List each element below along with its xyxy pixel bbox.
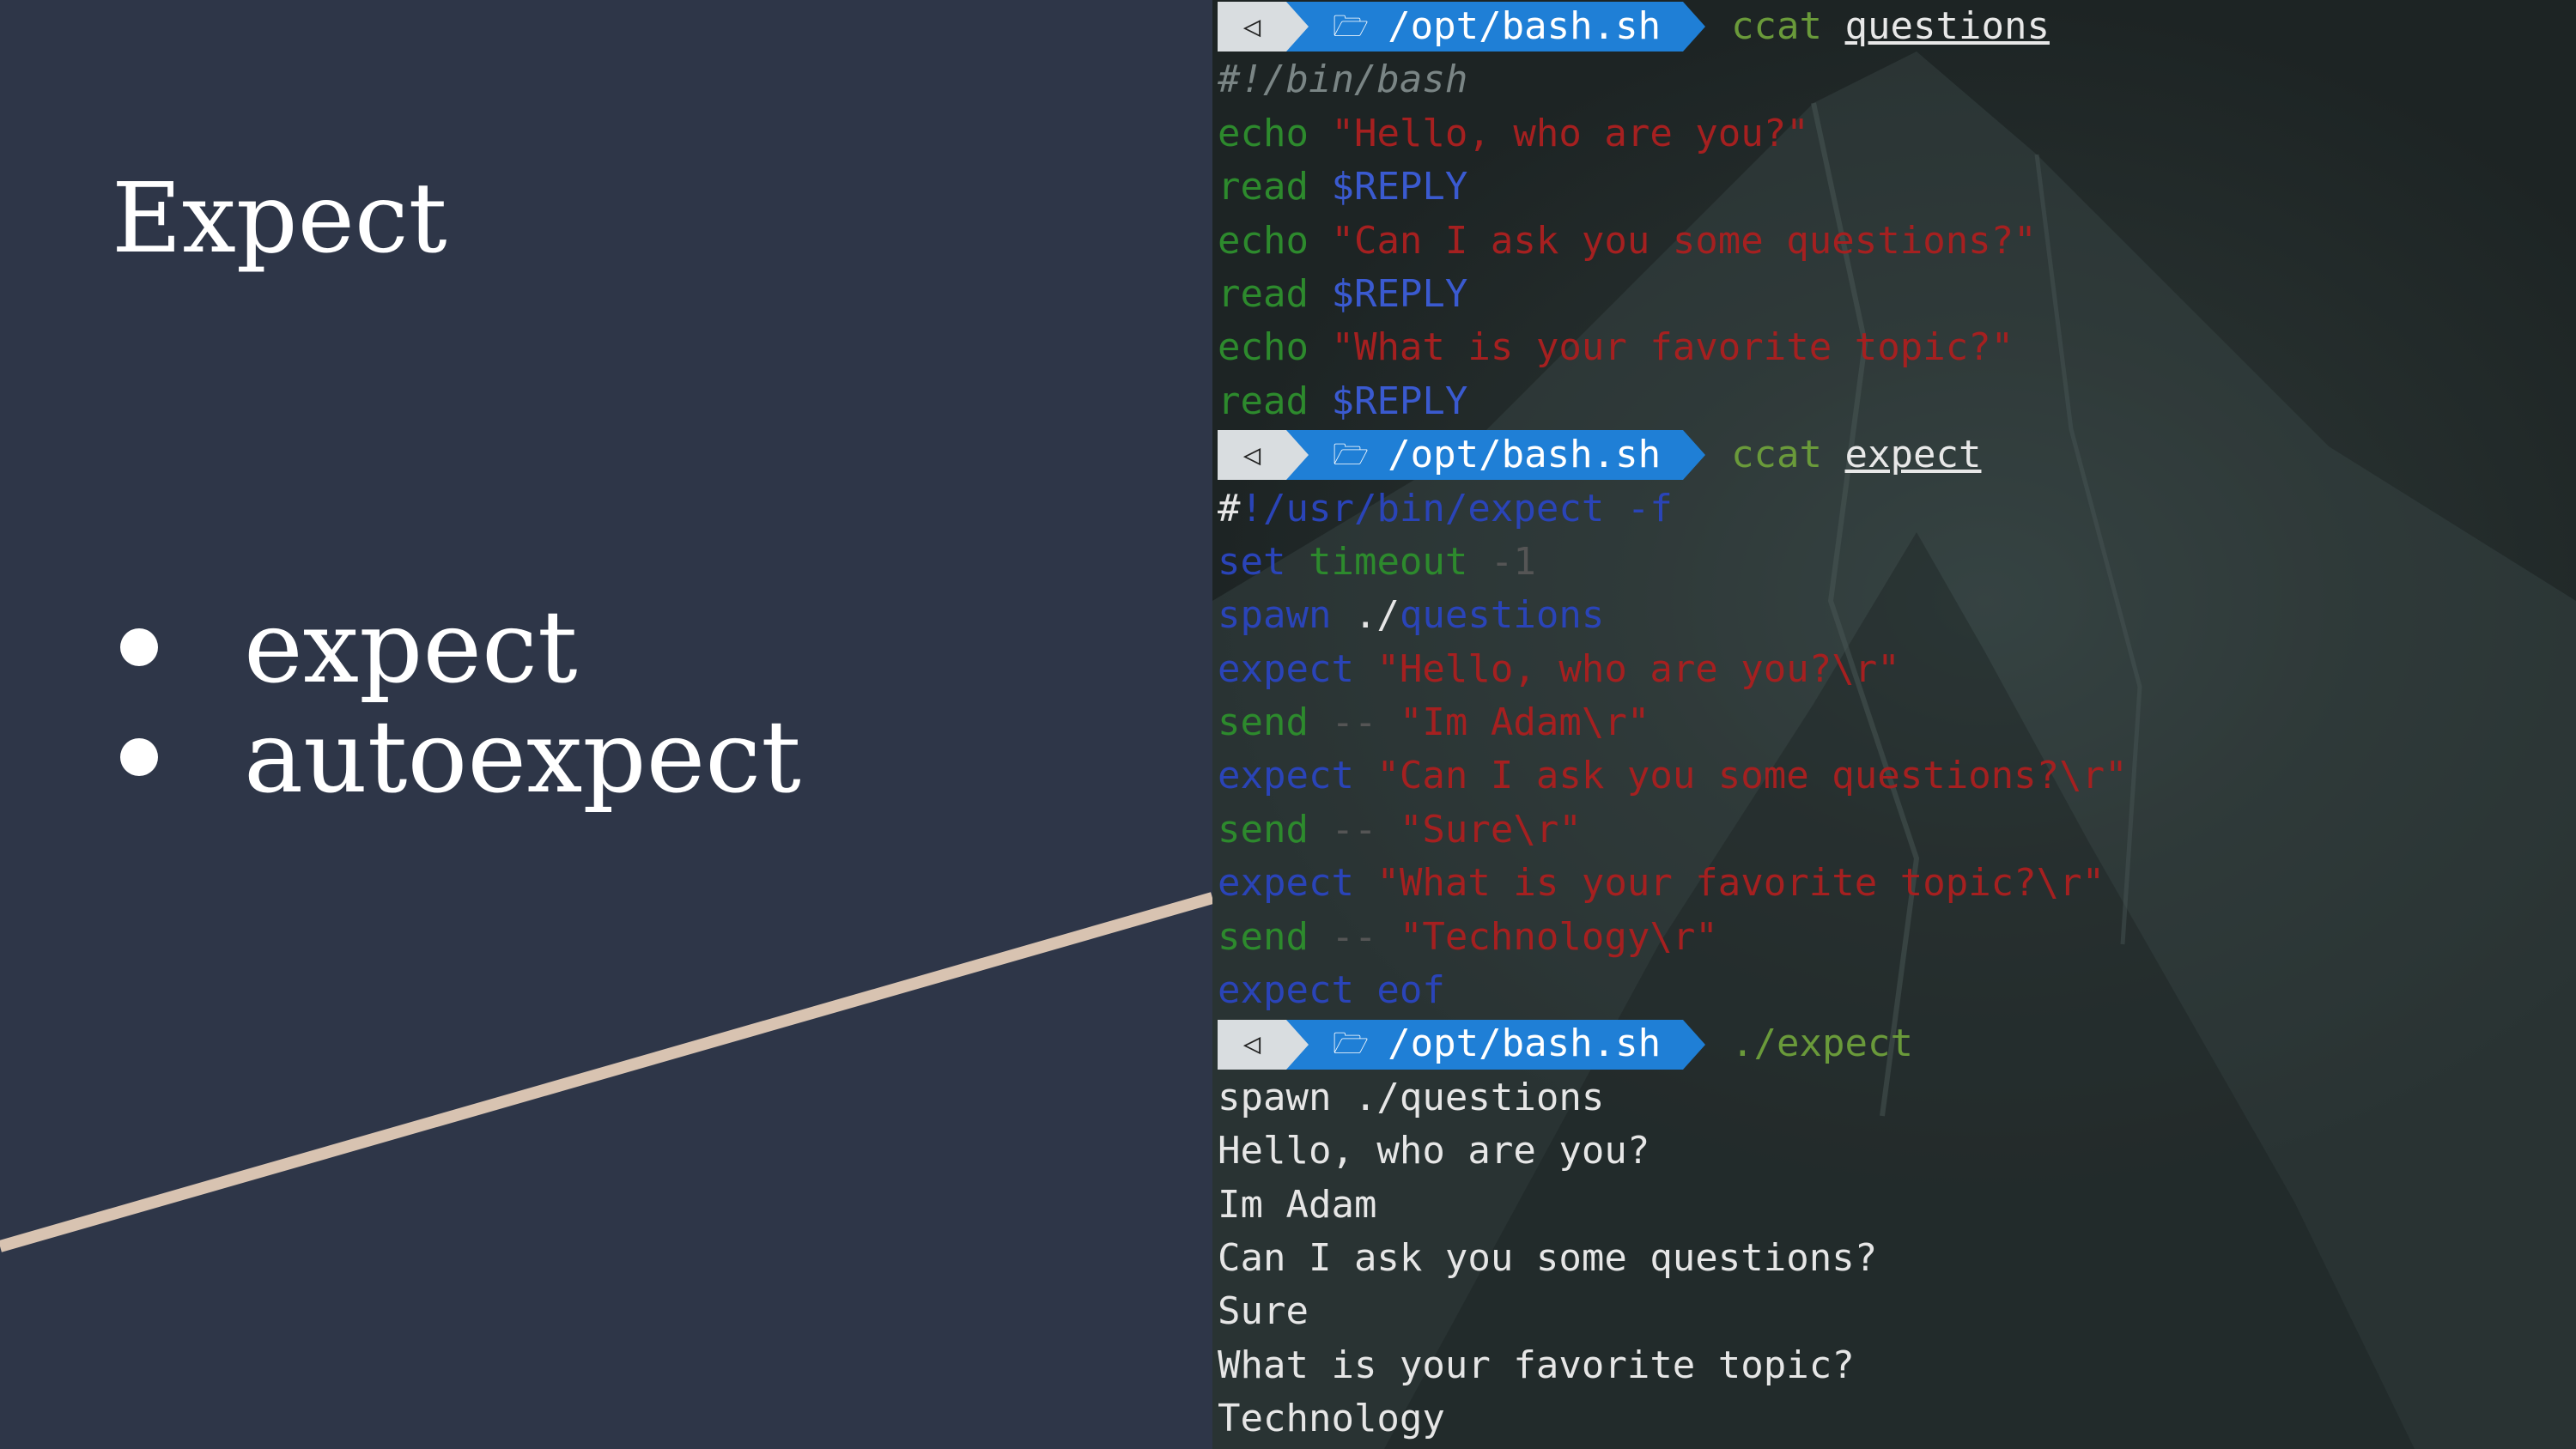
keyword: read xyxy=(1218,165,1309,209)
operator: -- xyxy=(1308,914,1400,959)
string: "Technology\r" xyxy=(1399,914,1718,959)
keyword: expect xyxy=(1218,861,1354,906)
code-line: read $REPLY xyxy=(1218,161,2128,214)
code-line: expect "What is your favorite topic?\r" xyxy=(1218,857,2128,910)
command: ccat questions xyxy=(1731,0,2050,53)
string: "What is your favorite topic?" xyxy=(1308,325,2014,370)
output-line: Technology xyxy=(1218,1397,1445,1441)
folder-icon: 🗁 xyxy=(1333,438,1370,473)
operator: -- xyxy=(1308,700,1400,745)
variable: timeout xyxy=(1285,539,1468,584)
keyword: echo xyxy=(1218,111,1309,155)
terminal-screenshot: ◁ 🗁 /opt/bash.sh ccat questions #!/bin/ba… xyxy=(1212,0,2576,1449)
keyword: expect eof xyxy=(1218,968,1445,1013)
code-line: send -- "Im Adam\r" xyxy=(1218,696,2128,749)
code-line: echo "Can I ask you some questions?" xyxy=(1218,215,2128,268)
command: ./expect xyxy=(1731,1017,1913,1070)
output-line: What is your favorite topic? xyxy=(1218,1343,1855,1387)
code-line: send -- "Technology\r" xyxy=(1218,911,2128,964)
keyword: read xyxy=(1218,271,1309,316)
prompt-path: 🗁 /opt/bash.sh xyxy=(1286,1019,1706,1070)
command-name: ./expect xyxy=(1731,1022,1913,1066)
code-line: send -- "Sure\r" xyxy=(1218,803,2128,857)
keyword: send xyxy=(1218,914,1309,959)
terminal-icon: ◁ xyxy=(1218,430,1309,481)
keyword: expect xyxy=(1218,646,1354,691)
path-name: questions xyxy=(1399,593,1605,638)
terminal-icon: ◁ xyxy=(1218,1019,1309,1070)
string: "Can I ask you some questions?" xyxy=(1308,218,2037,263)
diagonal-divider-line xyxy=(0,892,1212,1252)
command-argument: expect xyxy=(1844,433,1982,477)
code-line: set timeout -1 xyxy=(1218,536,2128,589)
output-line: spawn ./questions xyxy=(1218,1075,1605,1119)
path: ./ xyxy=(1331,593,1400,638)
terminal-icon: ◁ xyxy=(1218,2,1309,52)
code-line: expect eof xyxy=(1218,964,2128,1017)
code-line: #!/bin/bash xyxy=(1218,53,2128,106)
code-line: echo "Hello, who are you?" xyxy=(1218,107,2128,161)
command-name: ccat xyxy=(1731,433,1823,477)
prompt-path: 🗁 /opt/bash.sh xyxy=(1286,2,1706,52)
keyword: expect xyxy=(1218,754,1354,798)
keyword: send xyxy=(1218,700,1309,745)
string: "Sure\r" xyxy=(1399,807,1582,852)
command-name: ccat xyxy=(1731,4,1823,48)
string: "Can I ask you some questions?\r" xyxy=(1353,754,2128,798)
variable: $REPLY xyxy=(1308,165,1468,209)
variable: $REPLY xyxy=(1308,271,1468,316)
keyword: echo xyxy=(1218,325,1309,370)
path-text: /opt/bash.sh xyxy=(1388,3,1662,48)
output-line: Im Adam xyxy=(1218,1182,1377,1227)
string: "What is your favorite topic?\r" xyxy=(1353,861,2105,906)
shell-prompt: ◁ 🗁 /opt/bash.sh ccat questions xyxy=(1218,0,2128,53)
keyword: spawn xyxy=(1218,593,1332,638)
code-line: read $REPLY xyxy=(1218,375,2128,428)
keyword: set xyxy=(1218,539,1286,584)
folder-icon: 🗁 xyxy=(1333,1027,1370,1062)
output-line: Can I ask you some questions? xyxy=(1218,1235,1878,1280)
string: "Hello, who are you?\r" xyxy=(1353,646,1900,691)
code-line: expect "Hello, who are you?\r" xyxy=(1218,643,2128,696)
variable: $REPLY xyxy=(1308,379,1468,423)
shell-prompt: ◁ 🗁 /opt/bash.sh ccat expect xyxy=(1218,428,2128,482)
command: ccat expect xyxy=(1731,428,1981,482)
code-line: spawn ./questions xyxy=(1218,589,2128,642)
terminal-text: ◁ 🗁 /opt/bash.sh ccat questions #!/bin/ba… xyxy=(1218,0,2128,1446)
keyword: read xyxy=(1218,379,1309,423)
path-text: /opt/bash.sh xyxy=(1388,1022,1662,1066)
code-line: echo "What is your favorite topic?" xyxy=(1218,321,2128,374)
shebang: !/usr/bin/expect -f xyxy=(1240,486,1673,530)
shebang: #!/bin/bash xyxy=(1218,58,1468,102)
folder-icon: 🗁 xyxy=(1333,9,1370,44)
command-argument: questions xyxy=(1844,4,2050,48)
code-line: expect "Can I ask you some questions?\r" xyxy=(1218,749,2128,803)
code-line: read $REPLY xyxy=(1218,268,2128,321)
shebang-hash: # xyxy=(1218,486,1241,530)
output-line: Sure xyxy=(1218,1289,1309,1334)
value: -1 xyxy=(1467,539,1536,584)
keyword: send xyxy=(1218,807,1309,852)
string: "Hello, who are you?" xyxy=(1308,111,1809,155)
shell-prompt: ◁ 🗁 /opt/bash.sh ./expect xyxy=(1218,1017,2128,1070)
prompt-path: 🗁 /opt/bash.sh xyxy=(1286,430,1706,481)
output-line: Hello, who are you? xyxy=(1218,1129,1650,1173)
code-line: #!/usr/bin/expect -f xyxy=(1218,482,2128,536)
keyword: echo xyxy=(1218,218,1309,263)
string: "Im Adam\r" xyxy=(1399,700,1650,745)
path-text: /opt/bash.sh xyxy=(1388,433,1662,477)
operator: -- xyxy=(1308,807,1400,852)
